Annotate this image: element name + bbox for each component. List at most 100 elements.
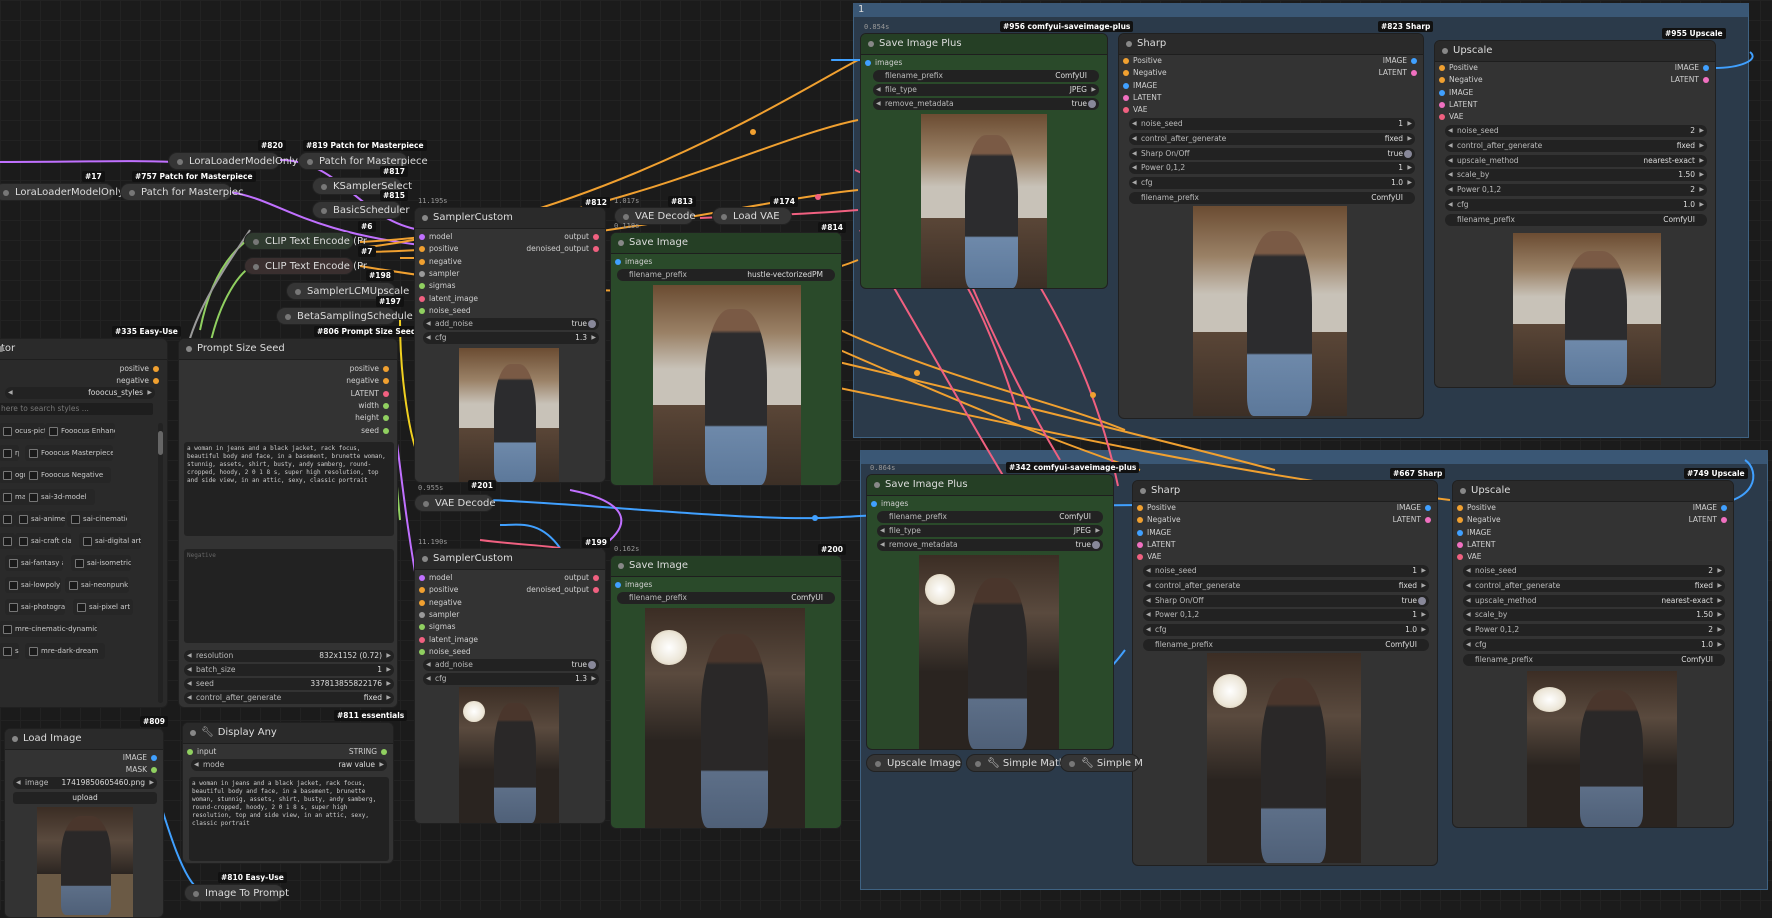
widget-noise-seed[interactable]: noise_seed1 xyxy=(1129,118,1415,130)
vae-decode-node-2[interactable]: VAE Decode xyxy=(414,494,496,512)
style-option[interactable]: sai-neonpunk xyxy=(65,577,129,593)
input-negative[interactable]: negative xyxy=(415,598,462,607)
input-sampler[interactable]: sampler xyxy=(415,610,459,619)
upscale-2-node[interactable]: Upscale Positive Negative IMAGE LATENT VAE IMA… xyxy=(1452,480,1734,828)
input-vae[interactable]: VAE xyxy=(1133,552,1162,561)
output-image[interactable]: IMAGE xyxy=(1675,63,1713,72)
saveplus2-filename-prefix[interactable]: filename_prefix ComfyUI xyxy=(877,511,1103,523)
basic-scheduler-node[interactable]: BasicScheduler xyxy=(312,201,410,219)
save1-images-input[interactable]: images xyxy=(611,257,652,266)
input-image[interactable]: IMAGE xyxy=(1119,81,1157,90)
input-noise-seed[interactable]: noise_seed xyxy=(415,647,471,656)
display-any-output[interactable]: STRING xyxy=(349,747,391,756)
input-latent[interactable]: LATENT xyxy=(1435,100,1477,109)
style-scrollbar[interactable] xyxy=(158,423,163,703)
style-option[interactable]: sai-lowpoly xyxy=(5,577,61,593)
add-noise-toggle[interactable]: add_noisetrue xyxy=(423,318,599,330)
input-negative[interactable]: Negative xyxy=(1435,75,1483,84)
image-file-combo[interactable]: image17419850605460.png xyxy=(13,777,157,789)
output-latent[interactable]: LATENT xyxy=(1689,515,1731,524)
sharp-1-node[interactable]: Sharp Positive Negative IMAGE LATENT VAE IMAGE… xyxy=(1118,33,1424,419)
save-image-plus-node-2[interactable]: Save Image Plus images filename_prefix Co… xyxy=(866,474,1114,750)
style-option[interactable]: mre-dark-dream xyxy=(25,643,105,659)
input-negative[interactable]: negative xyxy=(415,257,462,266)
widget-filename-prefix[interactable]: filename_prefix ComfyUI xyxy=(1463,653,1725,666)
style-option[interactable]: rp xyxy=(0,445,19,461)
saveplus1-file-type[interactable]: file_typeJPEG xyxy=(873,84,1099,96)
input-model[interactable]: model xyxy=(415,232,452,241)
input-image[interactable]: IMAGE xyxy=(1133,528,1171,537)
input-positive[interactable]: Positive xyxy=(1453,503,1496,512)
cfg-field[interactable]: cfg1.3 xyxy=(423,332,599,344)
save2-filename-prefix[interactable]: filename_prefix ComfyUI xyxy=(617,592,835,604)
style-option[interactable]: d xyxy=(0,533,15,549)
input-negative[interactable]: Negative xyxy=(1119,68,1167,77)
lora-loader-model-only-node-2[interactable]: LoraLoaderModelOnly xyxy=(0,183,124,201)
cfg-field-2[interactable]: cfg1.3 xyxy=(423,673,599,685)
pss-output-latent[interactable]: LATENT xyxy=(351,389,393,398)
add-noise-toggle-2[interactable]: add_noisetrue xyxy=(423,659,599,671)
style-selector-node[interactable]: tor positive negative fooocus_styles her… xyxy=(0,338,168,708)
widget-power-0-1-2[interactable]: Power 0,1,22 xyxy=(1463,624,1725,637)
input-model[interactable]: model xyxy=(415,573,452,582)
widget-scale-by[interactable]: scale_by1.50 xyxy=(1445,169,1707,182)
style-option[interactable]: Fooocus Negative xyxy=(25,467,111,483)
sharp-2-node[interactable]: Sharp Positive Negative IMAGE LATENT VAE IMAGE… xyxy=(1132,480,1438,866)
saveplus2-file-type[interactable]: file_typeJPEG xyxy=(877,525,1103,537)
load-image-image-output[interactable]: IMAGE xyxy=(123,753,161,762)
output-image[interactable]: IMAGE xyxy=(1383,56,1421,65)
widget-filename-prefix[interactable]: filename_prefix ComfyUI xyxy=(1129,192,1415,204)
style-option[interactable]: sai-3d-model xyxy=(25,489,95,505)
input-image[interactable]: IMAGE xyxy=(1435,88,1473,97)
input-sigmas[interactable]: sigmas xyxy=(415,281,456,290)
widget-cfg[interactable]: cfg1.0 xyxy=(1129,177,1415,190)
style-option[interactable]: Fooocus Enhance xyxy=(45,423,115,439)
clip-text-encode-node-2[interactable]: CLIP Text Encode (Pr xyxy=(244,257,367,275)
input-positive[interactable]: positive xyxy=(415,585,458,594)
widget-control-after-generate[interactable]: control_after_generatefixed xyxy=(1445,139,1707,152)
style-option[interactable]: sai-photographic xyxy=(5,599,65,615)
input-vae[interactable]: VAE xyxy=(1453,552,1482,561)
style-option[interactable]: sai-fantasy art xyxy=(5,555,63,571)
pss-output-positive[interactable]: positive xyxy=(350,364,393,373)
load-image-mask-output[interactable]: MASK xyxy=(126,765,161,774)
input-negative[interactable]: Negative xyxy=(1133,515,1181,524)
style-option[interactable]: sai-anime xyxy=(15,511,65,527)
widget-sharp-on-off[interactable]: Sharp On/Offtrue xyxy=(1129,147,1415,160)
widget-upscale-method[interactable]: upscale_methodnearest-exact xyxy=(1463,594,1725,607)
negative-textarea[interactable]: Negative xyxy=(184,549,394,643)
widget-cfg[interactable]: cfg1.0 xyxy=(1445,199,1707,211)
input-latent-image[interactable]: latent_image xyxy=(415,294,478,303)
simple-math-node-1[interactable]: 🔧︎ Simple Math xyxy=(966,754,1065,772)
output-image[interactable]: IMAGE xyxy=(1693,503,1731,512)
input-sampler[interactable]: sampler xyxy=(415,269,459,278)
input-latent-image[interactable]: latent_image xyxy=(415,635,478,644)
control-after-generate-combo[interactable]: control_after_generatefixed xyxy=(184,692,394,704)
saveplus1-remove-metadata[interactable]: remove_metadatatrue xyxy=(873,98,1099,110)
widget-control-after-generate[interactable]: control_after_generatefixed xyxy=(1143,579,1429,592)
display-any-input[interactable]: input xyxy=(183,747,216,756)
load-image-node[interactable]: Load Image IMAGE MASK image1741985060546… xyxy=(4,728,164,918)
output-output[interactable]: output xyxy=(564,232,603,241)
output-latent[interactable]: LATENT xyxy=(1671,75,1713,84)
seed-field[interactable]: seed337813855822176 xyxy=(184,678,394,690)
input-positive[interactable]: Positive xyxy=(1119,56,1162,65)
output-output[interactable]: output xyxy=(564,573,603,582)
widget-noise-seed[interactable]: noise_seed2 xyxy=(1463,565,1725,577)
saveplus1-filename-prefix[interactable]: filename_prefix ComfyUI xyxy=(873,70,1099,82)
sampler-custom-node-2[interactable]: SamplerCustom model positive negative sampl… xyxy=(414,548,606,824)
clip-text-encode-node-1[interactable]: CLIP Text Encode (Pr xyxy=(244,232,367,250)
widget-power-0-1-2[interactable]: Power 0,1,21 xyxy=(1143,609,1429,622)
input-sigmas[interactable]: sigmas xyxy=(415,622,456,631)
upscale-image-node[interactable]: Upscale Image xyxy=(866,754,962,772)
sampler-custom-node-1[interactable]: SamplerCustom model positive negative sampl… xyxy=(414,207,606,483)
widget-upscale-method[interactable]: upscale_methodnearest-exact xyxy=(1445,154,1707,167)
style-option[interactable]: sai-isometric xyxy=(71,555,131,571)
style-option[interactable]: sai-pixel art xyxy=(73,599,133,615)
lora-loader-model-only-node[interactable]: LoraLoaderModelOnly xyxy=(168,152,298,170)
output-latent[interactable]: LATENT xyxy=(1379,68,1421,77)
input-noise-seed[interactable]: noise_seed xyxy=(415,306,471,315)
batch-size-field[interactable]: batch_size1 xyxy=(184,664,394,676)
resolution-combo[interactable]: resolution832x1152 (0.72) xyxy=(184,650,394,662)
style-option[interactable]: mre-cinematic-dynamic xyxy=(0,621,97,637)
